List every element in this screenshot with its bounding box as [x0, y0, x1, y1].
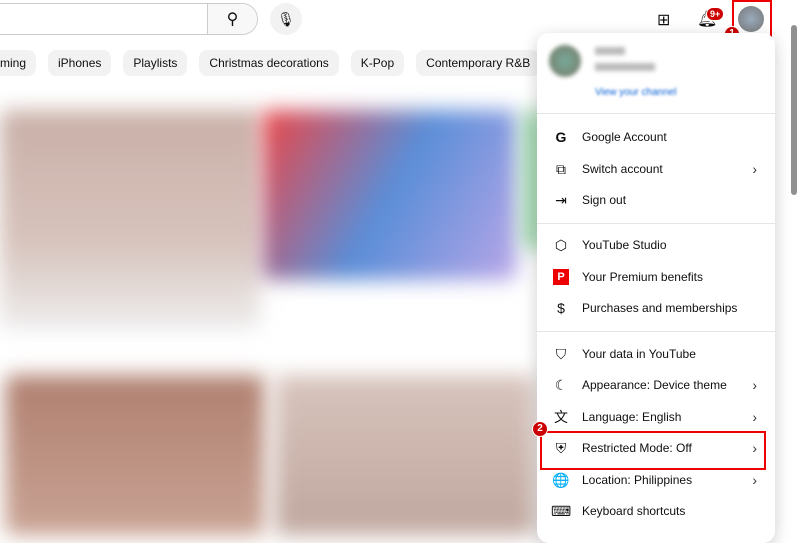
chip[interactable]: Contemporary R&B	[416, 50, 541, 76]
mic-icon: 🎙	[277, 10, 295, 27]
chip[interactable]: ming	[0, 50, 37, 76]
highlight-box-restricted	[540, 431, 766, 470]
premium-icon: P	[553, 269, 569, 285]
menu-item-label: Location: Philippines	[582, 473, 693, 487]
menu-item-label: Your data in YouTube	[582, 347, 696, 361]
view-channel-link[interactable]: View your channel	[595, 87, 677, 98]
sign-out-icon: ⇥	[555, 191, 567, 208]
moon-icon: ☾	[554, 376, 568, 393]
studio-icon: ⬡	[554, 236, 568, 253]
menu-item-label: Sign out	[582, 193, 627, 207]
menu-item-your-premium-benefits[interactable]: P Your Premium benefits	[537, 261, 775, 293]
chevron-right-icon: ›	[752, 377, 757, 393]
chevron-right-icon: ›	[752, 161, 757, 177]
menu-item-language-english[interactable]: 文 Language: English ›	[537, 401, 775, 433]
video-thumbnail	[0, 110, 260, 330]
video-thumbnail	[5, 375, 265, 535]
voice-search-button[interactable]: 🎙	[270, 3, 302, 35]
chevron-right-icon: ›	[752, 409, 757, 425]
filter-chips: ming iPhones Playlists Christmas decoration…	[0, 50, 598, 76]
chip[interactable]: K-Pop	[350, 50, 405, 76]
menu-item-label: Google Account	[582, 130, 667, 144]
menu-item-label: Your Premium benefits	[582, 270, 703, 284]
search-box[interactable]: ⚲	[0, 3, 258, 35]
menu-item-sign-out[interactable]: ⇥ Sign out	[537, 184, 775, 216]
step-badge-2: 2	[532, 421, 548, 437]
google-icon: G	[555, 129, 567, 145]
divider	[537, 331, 775, 332]
video-thumbnail	[275, 375, 535, 535]
account-avatar	[549, 45, 581, 77]
globe-icon: 🌐	[552, 471, 570, 488]
menu-item-switch-account[interactable]: ⧉ Switch account ›	[537, 153, 775, 185]
menu-item-label: Keyboard shortcuts	[582, 504, 686, 518]
menu-item-label: Switch account	[582, 162, 663, 176]
switch-account-icon: ⧉	[556, 160, 566, 177]
menu-item-appearance-device-theme[interactable]: ☾ Appearance: Device theme ›	[537, 369, 775, 401]
menu-item-label: YouTube Studio	[582, 238, 667, 252]
chip[interactable]: iPhones	[48, 50, 112, 76]
shield-person-icon: ⛉	[555, 345, 567, 362]
scrollbar[interactable]	[791, 25, 797, 195]
divider	[537, 113, 775, 114]
chip[interactable]: Playlists	[123, 50, 188, 76]
account-handle	[595, 63, 655, 71]
dollar-icon: $	[557, 300, 565, 316]
account-name	[595, 47, 625, 55]
menu-item-label: Purchases and memberships	[582, 301, 738, 315]
menu-item-google-account[interactable]: G Google Account	[537, 121, 775, 153]
menu-item-purchases-and-memberships[interactable]: $ Purchases and memberships	[537, 292, 775, 324]
search-button[interactable]: ⚲	[207, 4, 257, 34]
menu-item-your-data-in-youtube[interactable]: ⛉ Your data in YouTube	[537, 338, 775, 370]
keyboard-icon: ⌨	[551, 502, 572, 519]
search-icon: ⚲	[226, 11, 239, 28]
divider	[537, 223, 775, 224]
chevron-right-icon: ›	[752, 472, 757, 488]
translate-icon: 文	[554, 409, 568, 425]
menu-item-label: Language: English	[582, 410, 682, 424]
menu-item-youtube-studio[interactable]: ⬡ YouTube Studio	[537, 229, 775, 261]
menu-item-keyboard-shortcuts[interactable]: ⌨ Keyboard shortcuts	[537, 495, 775, 527]
chip[interactable]: Christmas decorations	[199, 50, 339, 76]
notifications-badge: 9+	[706, 7, 725, 21]
create-button[interactable]: ⊞	[657, 10, 670, 30]
menu-item-label: Appearance: Device theme	[582, 378, 727, 392]
video-thumbnail	[262, 110, 517, 280]
